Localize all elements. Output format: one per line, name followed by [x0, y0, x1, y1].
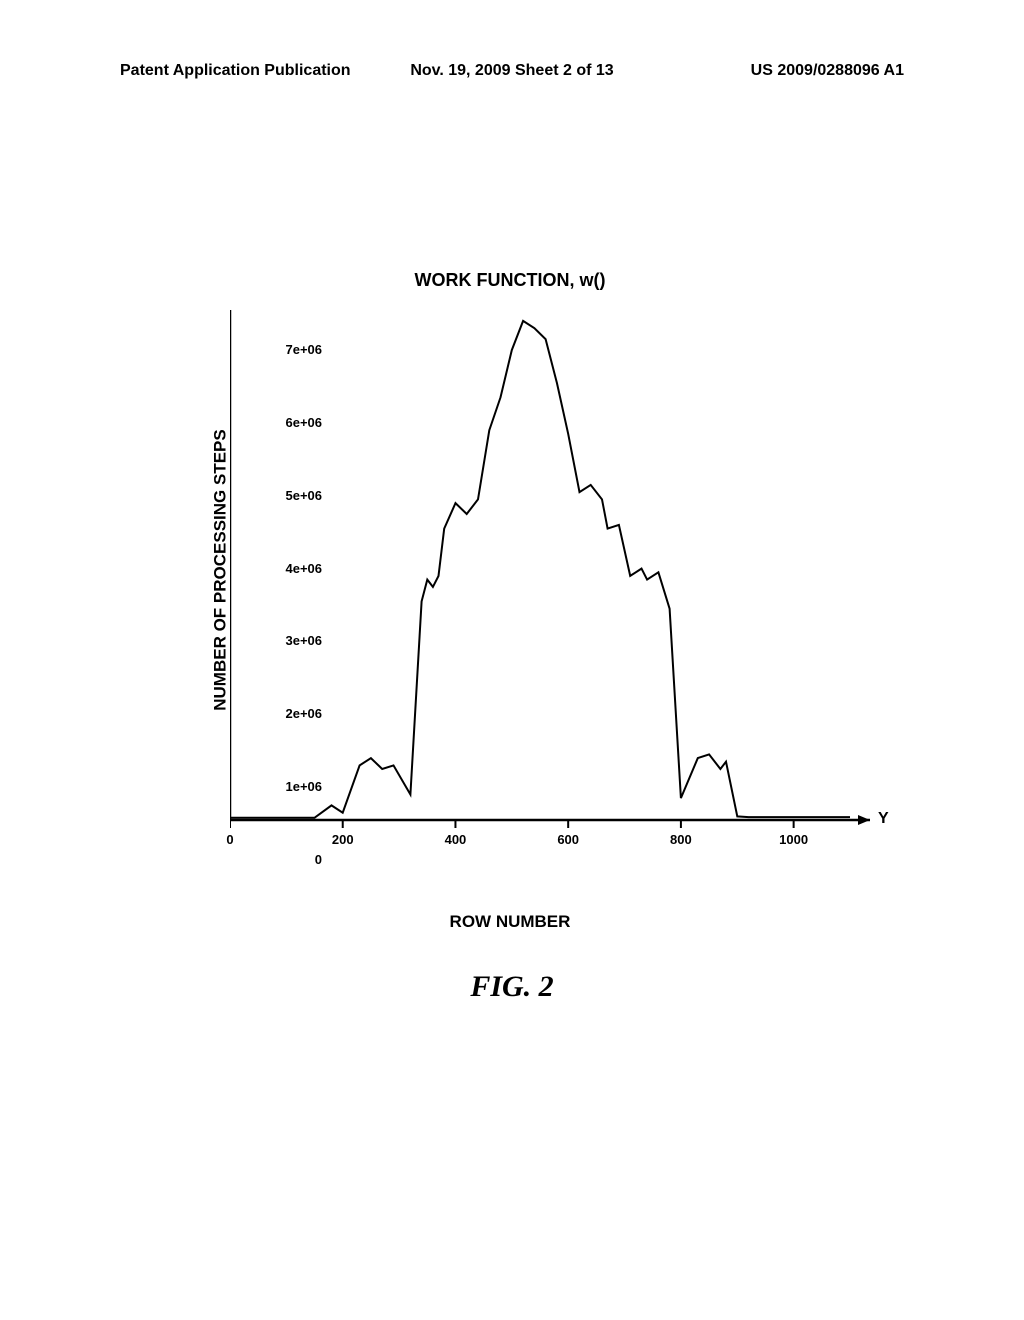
plot-area: Y 01e+062e+063e+064e+065e+066e+067e+0602… [230, 310, 850, 820]
y-axis-label: NUMBER OF PROCESSING STEPS [211, 429, 231, 710]
header-publication: Patent Application Publication [120, 62, 381, 80]
y-tick-label: 5e+06 [285, 488, 322, 503]
y-tick-label: 0 [315, 852, 322, 867]
y-tick-label: 2e+06 [285, 706, 322, 721]
x-tick-label: 800 [670, 832, 692, 847]
y-tick-label: 3e+06 [285, 633, 322, 648]
x-arrow-label: Y [878, 810, 889, 828]
header-pubnum: US 2009/0288096 A1 [643, 62, 904, 80]
y-tick-label: 1e+06 [285, 779, 322, 794]
x-tick-label: 400 [445, 832, 467, 847]
chart-title: WORK FUNCTION, w() [130, 270, 890, 291]
chart-container: WORK FUNCTION, w() NUMBER OF PROCESSING … [130, 270, 890, 870]
x-tick-label: 600 [557, 832, 579, 847]
x-tick-label: 200 [332, 832, 354, 847]
y-tick-label: 7e+06 [285, 342, 322, 357]
y-tick-label: 6e+06 [285, 415, 322, 430]
y-tick-label: 4e+06 [285, 561, 322, 576]
x-tick-label: 1000 [779, 832, 808, 847]
figure-label: FIG. 2 [0, 970, 1024, 1004]
x-tick-label: 0 [226, 832, 233, 847]
x-axis-label: ROW NUMBER [130, 912, 890, 932]
chart-svg [230, 310, 890, 830]
page-header: Patent Application Publication Nov. 19, … [0, 62, 1024, 80]
header-date-sheet: Nov. 19, 2009 Sheet 2 of 13 [381, 62, 642, 80]
